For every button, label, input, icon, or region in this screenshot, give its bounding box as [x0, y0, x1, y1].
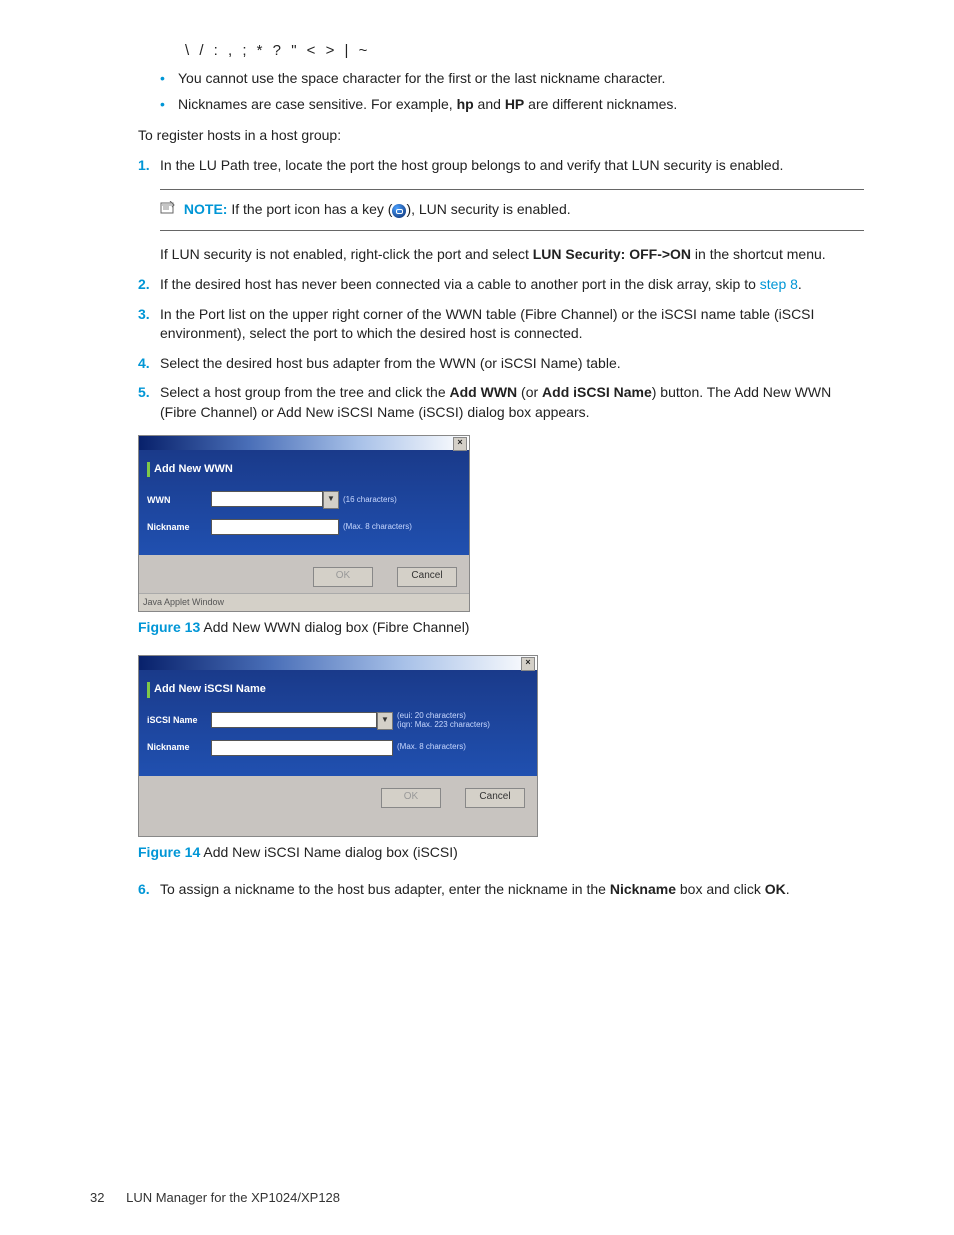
- dialog-titlebar: ×: [139, 656, 537, 670]
- text: are different nicknames.: [524, 96, 677, 112]
- nickname-row: Nickname (Max. 8 characters): [147, 740, 529, 756]
- step-number: 5.: [138, 383, 150, 403]
- note-text: If the port icon has a key (: [231, 201, 392, 217]
- nickname-input[interactable]: [211, 740, 393, 756]
- nickname-field: [211, 519, 339, 535]
- step-text: In the LU Path tree, locate the port the…: [160, 157, 783, 173]
- add-new-iscsi-dialog: × Add New iSCSI Name iSCSI Name ▼ (eui: …: [138, 655, 538, 836]
- ordered-steps-cont: 6. To assign a nickname to the host bus …: [90, 880, 864, 900]
- nickname-field: [211, 740, 393, 756]
- iscsi-hint: (eui: 20 characters) (iqn: Max. 223 char…: [397, 712, 490, 730]
- wwn-hint: (16 characters): [343, 496, 397, 505]
- dialog-heading: Add New iSCSI Name: [147, 682, 529, 697]
- text: To assign a nickname to the host bus ada…: [160, 881, 610, 897]
- step-item: 2. If the desired host has never been co…: [138, 275, 864, 295]
- ok-button[interactable]: OK: [313, 567, 373, 587]
- text: and: [474, 96, 505, 112]
- nickname-hint: (Max. 8 characters): [343, 523, 412, 532]
- nickname-input[interactable]: [211, 519, 339, 535]
- symbol-list: \ / : , ; * ? " < > | ~: [185, 40, 864, 61]
- note-label: NOTE:: [184, 201, 228, 217]
- page-footer: 32 LUN Manager for the XP1024/XP128: [90, 1189, 340, 1207]
- iscsi-field: ▼: [211, 712, 393, 730]
- bullet-item: Nicknames are case sensitive. For exampl…: [160, 95, 864, 115]
- bullet-item: You cannot use the space character for t…: [160, 69, 864, 89]
- dropdown-arrow-icon[interactable]: ▼: [323, 491, 339, 509]
- dialog-body: Add New iSCSI Name iSCSI Name ▼ (eui: 20…: [139, 670, 537, 775]
- figure-14-caption: Figure 14 Add New iSCSI Name dialog box …: [138, 843, 864, 863]
- text: .: [786, 881, 790, 897]
- step-item: 6. To assign a nickname to the host bus …: [138, 880, 864, 900]
- add-new-wwn-dialog: × Add New WWN WWN ▼ (16 characters) Nick…: [138, 435, 470, 612]
- iscsi-row: iSCSI Name ▼ (eui: 20 characters) (iqn: …: [147, 712, 529, 730]
- dialog-button-row: OK Cancel: [139, 776, 537, 836]
- step-text: If the desired host has never been conne…: [160, 276, 760, 292]
- nickname-hint: (Max. 8 characters): [397, 743, 466, 752]
- dialog-titlebar: ×: [139, 436, 469, 450]
- page-number: 32: [90, 1190, 104, 1205]
- text: .: [798, 276, 802, 292]
- intro-paragraph: To register hosts in a host group:: [138, 126, 864, 146]
- step-item: 1. In the LU Path tree, locate the port …: [138, 156, 864, 265]
- step-number: 2.: [138, 275, 150, 295]
- bullet-list: You cannot use the space character for t…: [90, 69, 864, 114]
- ok-button[interactable]: OK: [381, 788, 441, 808]
- close-button[interactable]: ×: [453, 437, 467, 451]
- key-icon: [392, 204, 406, 218]
- bold-text: Nickname: [610, 881, 676, 897]
- dialog-body: Add New WWN WWN ▼ (16 characters) Nickna…: [139, 450, 469, 555]
- close-button[interactable]: ×: [521, 657, 535, 671]
- figure-label: Figure 14: [138, 844, 200, 860]
- bold-text: OK: [765, 881, 786, 897]
- step-text: In the Port list on the upper right corn…: [160, 306, 814, 342]
- figure-label: Figure 13: [138, 619, 200, 635]
- text: Select a host group from the tree and cl…: [160, 384, 450, 400]
- bold-text: hp: [457, 96, 474, 112]
- bold-text: Add iSCSI Name: [542, 384, 652, 400]
- figure-13-caption: Figure 13 Add New WWN dialog box (Fibre …: [138, 618, 864, 638]
- nickname-row: Nickname (Max. 8 characters): [147, 519, 461, 535]
- note-text: ), LUN security is enabled.: [406, 201, 570, 217]
- figure-text: Add New WWN dialog box (Fibre Channel): [200, 619, 469, 635]
- step-number: 4.: [138, 354, 150, 374]
- step-number: 6.: [138, 880, 150, 900]
- dialog-statusbar: Java Applet Window: [139, 593, 469, 611]
- link-step8[interactable]: step 8: [760, 276, 798, 292]
- cancel-button[interactable]: Cancel: [397, 567, 457, 587]
- dialog-heading: Add New WWN: [147, 462, 461, 477]
- note-icon: [160, 201, 176, 221]
- step-item: 4. Select the desired host bus adapter f…: [138, 354, 864, 374]
- bold-text: HP: [505, 96, 524, 112]
- figure-text: Add New iSCSI Name dialog box (iSCSI): [200, 844, 458, 860]
- bold-text: LUN Security: OFF->ON: [533, 246, 691, 262]
- step-number: 1.: [138, 156, 150, 176]
- step-item: 5. Select a host group from the tree and…: [138, 383, 864, 422]
- note-block: NOTE: If the port icon has a key ( ), LUN…: [160, 189, 864, 231]
- step-number: 3.: [138, 305, 150, 325]
- bullet-text: You cannot use the space character for t…: [178, 70, 665, 86]
- step-text: Select the desired host bus adapter from…: [160, 355, 621, 371]
- wwn-label: WWN: [147, 494, 211, 507]
- step-sub-text: If LUN security is not enabled, right-cl…: [160, 245, 864, 265]
- footer-title: LUN Manager for the XP1024/XP128: [126, 1190, 340, 1205]
- wwn-row: WWN ▼ (16 characters): [147, 491, 461, 509]
- text: box and click: [676, 881, 765, 897]
- wwn-field: ▼: [211, 491, 339, 509]
- nickname-label: Nickname: [147, 741, 211, 754]
- dialog-button-row: OK Cancel: [139, 555, 469, 593]
- cancel-button[interactable]: Cancel: [465, 788, 525, 808]
- text: If LUN security is not enabled, right-cl…: [160, 246, 533, 262]
- step-item: 3. In the Port list on the upper right c…: [138, 305, 864, 344]
- text: Nicknames are case sensitive. For exampl…: [178, 96, 457, 112]
- ordered-steps: 1. In the LU Path tree, locate the port …: [90, 156, 864, 423]
- text: (or: [517, 384, 542, 400]
- dropdown-arrow-icon[interactable]: ▼: [377, 712, 393, 730]
- iscsi-label: iSCSI Name: [147, 714, 211, 727]
- text: in the shortcut menu.: [691, 246, 826, 262]
- wwn-input[interactable]: [211, 491, 323, 507]
- bold-text: Add WWN: [450, 384, 518, 400]
- nickname-label: Nickname: [147, 521, 211, 534]
- iscsi-input[interactable]: [211, 712, 377, 728]
